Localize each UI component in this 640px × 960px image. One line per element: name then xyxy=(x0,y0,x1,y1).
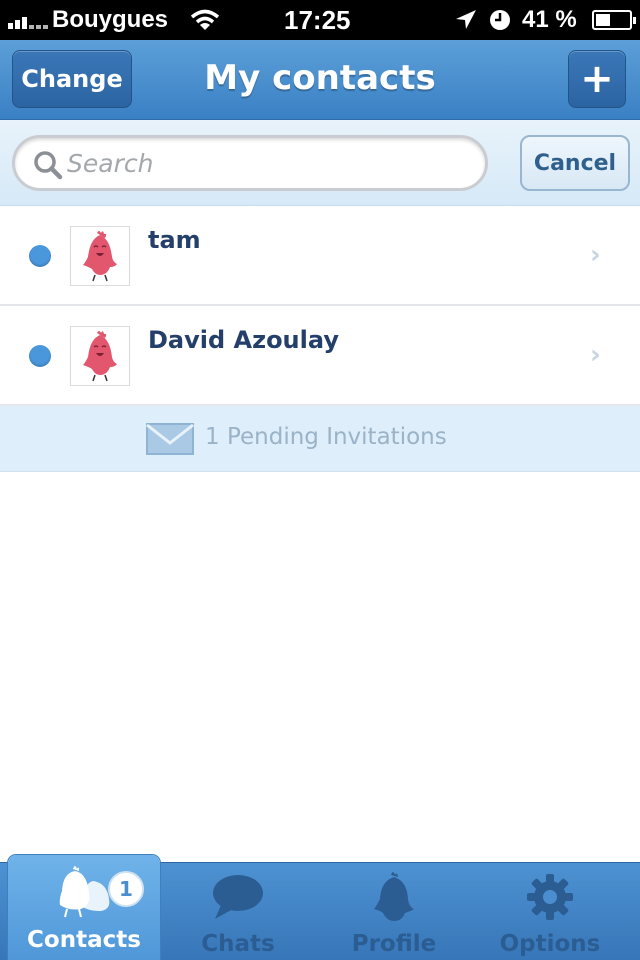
avatar xyxy=(70,326,130,386)
tab-profile[interactable]: Profile xyxy=(318,863,470,960)
clock-time: 17:25 xyxy=(284,5,351,35)
speech-bubble-icon xyxy=(213,875,263,919)
tab-options[interactable]: Options xyxy=(474,863,626,960)
signal-strength-icon xyxy=(8,13,50,29)
contact-name: tam xyxy=(148,226,201,254)
avatar xyxy=(70,226,130,286)
alarm-clock-icon xyxy=(490,10,510,30)
search-field[interactable] xyxy=(12,135,488,191)
search-bar: Cancel xyxy=(0,120,640,206)
battery-icon xyxy=(592,10,636,30)
envelope-icon xyxy=(146,423,194,455)
contact-name: David Azoulay xyxy=(148,326,339,354)
pending-invitations-row[interactable]: 1 Pending Invitations xyxy=(0,406,640,472)
contacts-badge: 1 xyxy=(108,871,144,907)
tab-label: Contacts xyxy=(27,927,141,953)
page-title: My contacts xyxy=(204,58,436,98)
tab-contacts[interactable]: 1 Contacts xyxy=(8,855,160,960)
change-button[interactable]: Change xyxy=(12,50,132,108)
status-bar: Bouygues 17:25 41 % xyxy=(0,0,640,40)
location-arrow-icon xyxy=(456,10,476,29)
online-status-dot xyxy=(29,245,51,267)
tab-label: Options xyxy=(499,931,601,957)
contact-row[interactable]: tam › xyxy=(0,206,640,306)
contact-row[interactable]: David Azoulay › xyxy=(0,306,640,406)
tab-chats[interactable]: Chats xyxy=(162,863,314,960)
pending-invitations-label: 1 Pending Invitations xyxy=(205,424,447,450)
online-status-dot xyxy=(29,345,51,367)
chevron-right-icon: › xyxy=(590,340,601,370)
navigation-bar: Change My contacts + xyxy=(0,40,640,120)
pink-chick-avatar-icon xyxy=(83,331,117,382)
tab-label: Chats xyxy=(201,931,275,957)
battery-percent: 41 % xyxy=(522,6,577,33)
gear-icon xyxy=(527,874,573,920)
search-input[interactable] xyxy=(67,144,467,182)
tab-label: Profile xyxy=(351,931,437,957)
chevron-right-icon: › xyxy=(590,240,601,270)
wifi-icon xyxy=(190,9,220,30)
tab-bar: 1 Contacts Chats Profile Options xyxy=(0,855,640,960)
cancel-button[interactable]: Cancel xyxy=(520,135,630,191)
carrier-name: Bouygues xyxy=(52,6,169,33)
search-icon xyxy=(34,151,63,180)
pink-chick-avatar-icon xyxy=(83,231,117,282)
add-contact-button[interactable]: + xyxy=(568,50,626,108)
chick-silhouette-icon xyxy=(374,872,414,921)
